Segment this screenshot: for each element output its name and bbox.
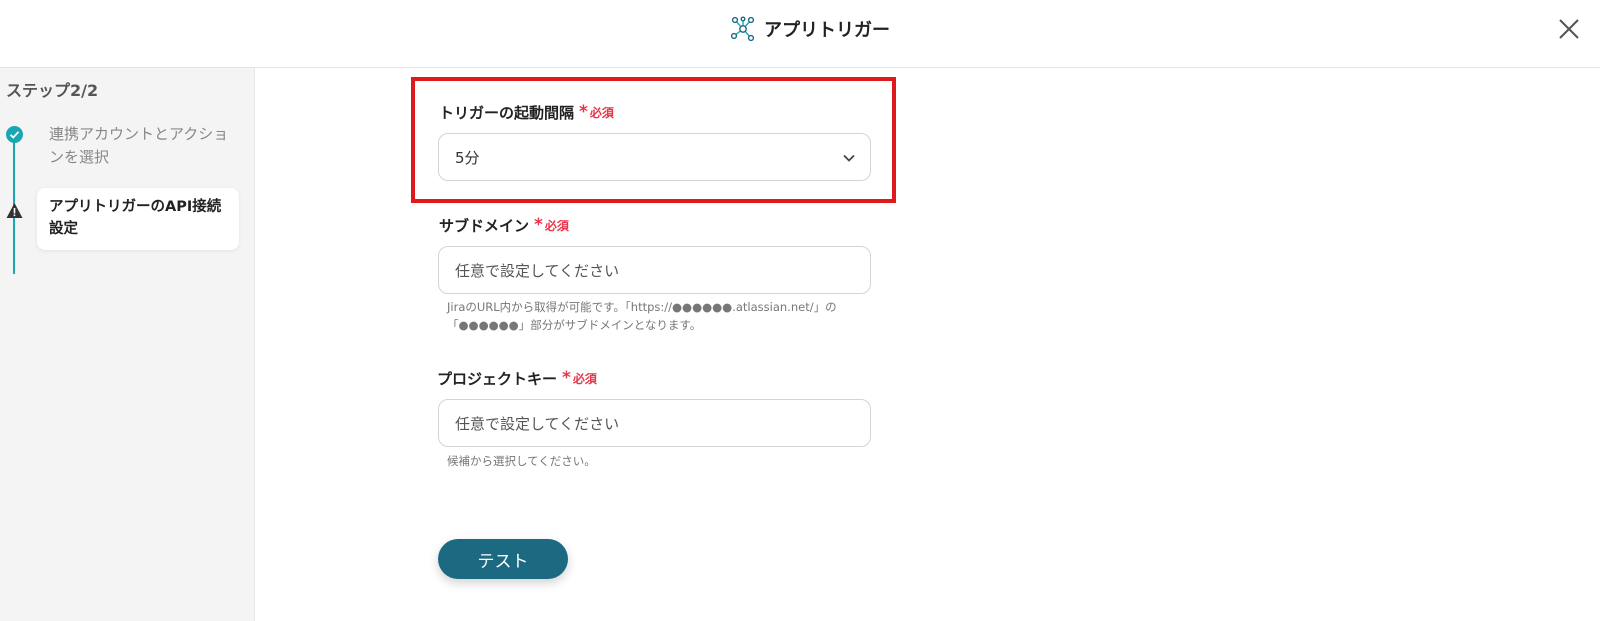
required-text: 必須: [589, 106, 614, 120]
project-key-label-text: プロジェクトキー: [437, 370, 558, 388]
check-circle-icon: [6, 126, 23, 143]
subdomain-label: サブドメイン * 必須: [439, 215, 569, 236]
trigger-interval-label-text: トリガーの起動間隔: [439, 104, 575, 122]
required-text: 必須: [544, 219, 569, 233]
required-badge: * 必須: [562, 368, 597, 388]
header-title-group: アプリトリガー: [730, 14, 890, 44]
header-title: アプリトリガー: [764, 20, 890, 41]
subdomain-input[interactable]: 任意で設定してください: [438, 246, 871, 294]
step-item-2-label: アプリトリガーのAPI接続設定: [49, 199, 222, 237]
step-item-1-label[interactable]: 連携アカウントとアクションを選択: [49, 123, 229, 169]
trigger-interval-select[interactable]: 5分: [438, 133, 871, 181]
subdomain-placeholder: 任意で設定してください: [455, 261, 620, 280]
header-bar: アプリトリガー: [0, 0, 1600, 68]
subdomain-hint: JiraのURL内から取得が可能です。「https://●●●●●●.atlas…: [447, 298, 867, 334]
step-sidebar: ステップ2/2 連携アカウントとアクションを選択 アプリトリガーのAPI接続設定: [0, 68, 255, 621]
step-counter: ステップ2/2: [6, 81, 99, 100]
project-key-input[interactable]: 任意で設定してください: [438, 399, 871, 447]
subdomain-hint-line1: JiraのURL内から取得が可能です。「https://●●●●●●.atlas…: [447, 300, 837, 314]
required-badge: * 必須: [579, 102, 614, 122]
trigger-interval-value: 5分: [455, 148, 480, 167]
project-key-placeholder: 任意で設定してください: [455, 414, 620, 433]
step-item-2-current[interactable]: アプリトリガーのAPI接続設定: [37, 188, 239, 250]
trigger-interval-label: トリガーの起動間隔 * 必須: [439, 102, 614, 123]
required-text: 必須: [572, 372, 597, 386]
required-badge: * 必須: [534, 215, 569, 235]
close-icon[interactable]: [1556, 16, 1582, 42]
project-key-label: プロジェクトキー * 必須: [437, 368, 597, 389]
warning-icon: [6, 203, 23, 218]
network-nodes-icon: [730, 16, 755, 42]
test-button[interactable]: テスト: [438, 539, 568, 579]
subdomain-label-text: サブドメイン: [439, 217, 530, 235]
chevron-down-icon: [843, 154, 855, 162]
project-key-hint: 候補から選択してください。: [447, 454, 596, 468]
subdomain-hint-line2: 「●●●●●●」部分がサブドメインとなります。: [447, 318, 702, 332]
